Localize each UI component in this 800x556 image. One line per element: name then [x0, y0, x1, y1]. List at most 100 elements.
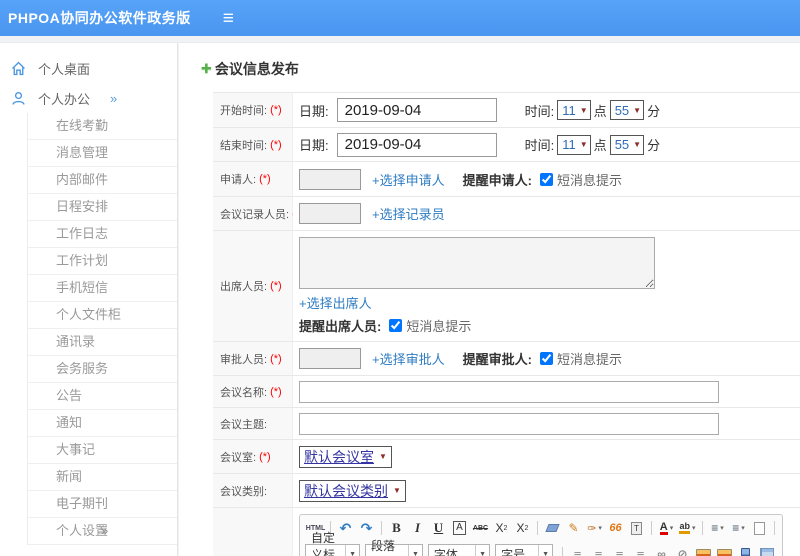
start-hour-select[interactable]: 11 ▼ — [557, 100, 591, 120]
field-label: 结束时间: (*) — [213, 128, 293, 161]
field-label: 会议主题: — [213, 408, 293, 439]
sidebar-item-personal-office[interactable]: 个人办公 » — [0, 83, 177, 113]
meeting-room-select[interactable]: 默认会议室 ▼ — [299, 445, 392, 468]
sidebar-item-personal-settings[interactable]: 个人设置 » — [28, 518, 177, 545]
unordered-list-button[interactable]: ≡ ▾ — [729, 519, 748, 538]
required-mark: (*) — [259, 173, 271, 185]
redo-icon[interactable]: ↷ — [357, 519, 376, 538]
chevron-expand-icon[interactable]: » — [110, 91, 117, 106]
editor-toolbar-row-2: 自定义标题▼ 段落格式▼ 字体▼ 字号▼ — [300, 531, 782, 556]
sidebar-item-message-management[interactable]: 消息管理 — [28, 140, 177, 167]
unlink-icon[interactable]: ⊘ — [673, 545, 692, 556]
applicant-input[interactable] — [299, 168, 361, 190]
align-right-icon[interactable]: ≡ — [610, 545, 629, 556]
applicant-sms-checkbox[interactable] — [539, 172, 553, 186]
page-title: ✚ 会议信息发布 — [201, 59, 800, 79]
end-minute-select[interactable]: 55 ▼ — [609, 134, 645, 155]
paragraph-format-select[interactable]: 段落格式▼ — [365, 539, 423, 556]
sidebar-item-conference-service[interactable]: 会务服务 — [28, 356, 177, 383]
sidebar-item-work-log[interactable]: 工作日志 — [28, 221, 177, 248]
align-left-icon[interactable]: ≡ — [568, 545, 587, 556]
approver-input[interactable] — [299, 348, 361, 369]
sidebar-item-online-attendance[interactable]: 在线考勤 — [28, 113, 177, 140]
sidebar-item-memorabilia[interactable]: 大事记 — [28, 437, 177, 464]
toolbar-separator — [774, 521, 775, 535]
sidebar-item-schedule[interactable]: 日程安排 — [28, 194, 177, 221]
form-row-applicant: 申请人: (*) +选择申请人 提醒申请人: 短消息提示 — [213, 162, 800, 197]
eraser-icon[interactable] — [543, 519, 562, 538]
sidebar-item-personal-file-cabinet[interactable]: 个人文件柜 — [28, 302, 177, 329]
sidebar-item-mobile-sms[interactable]: 手机短信 — [28, 275, 177, 302]
dropdown-arrow-icon: ▼ — [393, 486, 401, 495]
sms-hint-label: 短消息提示 — [556, 352, 622, 367]
superscript-button[interactable]: X2 — [492, 519, 511, 538]
time-label: 时间: — [524, 138, 555, 153]
chevron-expand-icon[interactable]: » — [101, 518, 108, 544]
strikethrough-button[interactable]: ABC — [471, 519, 490, 538]
sidebar-item-notice[interactable]: 通知 — [28, 410, 177, 437]
time-label: 时间: — [524, 103, 555, 119]
highlight-color-button[interactable]: ab ▾ — [678, 519, 697, 538]
blockquote-button[interactable]: 66 — [606, 519, 625, 538]
header-substrip — [0, 36, 800, 43]
required-mark: (*) — [270, 280, 282, 292]
align-justify-icon[interactable]: ≡ — [631, 545, 650, 556]
sidebar-item-personal-desktop[interactable]: 个人桌面 — [0, 53, 177, 83]
bold-button[interactable]: B — [387, 519, 406, 538]
insert-table-icon[interactable] — [757, 545, 776, 556]
recorder-input[interactable] — [299, 203, 361, 224]
ordered-list-button[interactable]: ≡ ▾ — [708, 519, 727, 538]
sidebar-item-supervision[interactable]: 督查督办 » — [0, 548, 177, 556]
insert-media-icon[interactable] — [736, 545, 755, 556]
paint-format-icon[interactable]: ✑ ▾ — [585, 519, 604, 538]
choose-approver-link[interactable]: +选择审批人 — [372, 349, 445, 368]
sms-hint-label: 短消息提示 — [406, 319, 472, 334]
form-row-meeting-room: 会议室: (*) 默认会议室 ▼ — [213, 440, 800, 474]
dropdown-arrow-icon: ▼ — [407, 545, 422, 556]
choose-applicant-link[interactable]: +选择申请人 — [372, 170, 445, 189]
start-date-input[interactable] — [336, 98, 497, 122]
toolbar-separator — [702, 521, 703, 535]
hamburger-menu-icon[interactable]: ≡ — [223, 9, 234, 28]
font-family-select[interactable]: 字体 ▼ — [427, 544, 491, 556]
meeting-name-input[interactable] — [299, 380, 719, 403]
attendees-sms-checkbox[interactable] — [389, 319, 403, 332]
paste-as-text-icon[interactable]: T — [627, 519, 646, 538]
font-size-select[interactable]: 字号 ▼ — [495, 544, 553, 556]
approver-sms-checkbox[interactable] — [539, 352, 553, 365]
sidebar-item-work-plan[interactable]: 工作计划 — [28, 248, 177, 275]
field-label: 开始时间: (*) — [213, 93, 293, 127]
fullscreen-icon[interactable] — [780, 519, 782, 538]
insert-image-icon[interactable] — [694, 545, 713, 556]
upload-image-icon[interactable] — [715, 545, 734, 556]
sidebar-item-e-journal[interactable]: 电子期刊 — [28, 491, 177, 518]
attendees-textarea[interactable] — [299, 237, 655, 289]
form-row-start-time: 开始时间:(*) 日期: 时间: 11▼ 点 55▼ 分 — [213, 93, 800, 128]
format-brush-icon[interactable]: ✎ — [564, 519, 583, 538]
sidebar-item-internal-mail[interactable]: 内部邮件 — [28, 167, 177, 194]
meeting-topic-input[interactable] — [299, 412, 719, 435]
underline-button[interactable]: U — [429, 519, 448, 538]
italic-button[interactable]: I — [408, 519, 427, 538]
align-center-icon[interactable]: ≡ — [589, 545, 608, 556]
choose-recorder-link[interactable]: +选择记录员 — [372, 204, 445, 223]
insert-link-icon[interactable]: ∞ — [652, 545, 671, 556]
meeting-category-select[interactable]: 默认会议类别 ▼ — [299, 479, 406, 502]
remind-attendees-label: 提醒出席人员: — [299, 319, 382, 334]
page-title-text: 会议信息发布 — [214, 61, 299, 77]
font-border-button[interactable]: A — [450, 519, 469, 538]
end-hour-select[interactable]: 11 ▼ — [557, 134, 591, 155]
new-document-icon[interactable] — [750, 519, 769, 538]
form-row-end-time: 结束时间:(*) 日期: 时间: 11▼ 点 55▼ 分 — [213, 128, 800, 162]
start-minute-select[interactable]: 55 ▼ — [609, 100, 645, 120]
custom-title-select[interactable]: 自定义标题▼ — [305, 531, 361, 556]
required-mark: (*) — [270, 104, 282, 116]
end-date-input[interactable] — [336, 132, 497, 157]
choose-attendees-link[interactable]: +选择出席人 — [299, 293, 372, 312]
sidebar-item-announcement[interactable]: 公告 — [28, 383, 177, 410]
sidebar-item-label: 个人桌面 — [38, 61, 91, 77]
subscript-button[interactable]: X2 — [513, 519, 532, 538]
sidebar-item-news[interactable]: 新闻 — [28, 464, 177, 491]
font-color-button[interactable]: A ▾ — [657, 519, 676, 538]
sidebar-item-address-book[interactable]: 通讯录 — [28, 329, 177, 356]
